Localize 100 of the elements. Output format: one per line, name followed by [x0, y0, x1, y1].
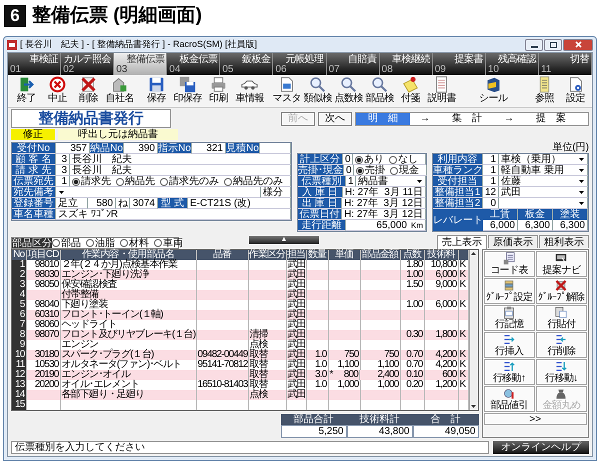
table-cell: フロント及びリヤブレーキ(１台) [60, 330, 196, 340]
radio-button[interactable]: 部品 [52, 238, 81, 248]
module-tab[interactable]: 切替 11 [538, 53, 592, 75]
field-label: 宛先備考 [12, 187, 56, 198]
side-button[interactable]: ｸﾞﾙｰﾌﾟ設定 [484, 278, 535, 304]
field-value: 3074 [130, 198, 158, 209]
radio-button[interactable]: 納品先 [116, 176, 155, 187]
module-tab[interactable]: 自賠責 07 [326, 53, 380, 75]
total-label: 技術料計 [346, 414, 412, 425]
field-label: 指示No [158, 143, 192, 154]
toolbar-button[interactable]: 車情報 [234, 76, 265, 106]
toolbar-button[interactable]: 参照 [529, 76, 560, 106]
table-cell: K [458, 370, 468, 380]
module-tab[interactable]: 整備伝票 03 [114, 53, 168, 75]
table-cell: 武田 [286, 390, 306, 400]
side-button[interactable]: 行記憶 [484, 305, 535, 331]
view-tab[interactable]: 売上表示 [437, 235, 487, 249]
date-field[interactable]: H: 27年 3月 12日 [342, 209, 426, 220]
radio-button[interactable]: 請求先のみ [160, 176, 219, 187]
side-button[interactable]: ｸﾞﾙｰﾌﾟ解除 [536, 278, 587, 304]
column-header: No [12, 250, 26, 260]
side-button[interactable]: 行移動↓ [536, 359, 587, 385]
toolbar-button[interactable]: マスタ [271, 76, 302, 106]
dropdown[interactable]: 納品書 [356, 176, 426, 187]
radio-button[interactable]: 請求先 [72, 176, 111, 187]
field-label: 整備担当2 [433, 198, 483, 209]
lines-up-arrow-icon [502, 360, 516, 373]
toolbar-button[interactable]: シール [463, 76, 523, 106]
row-number: 4 [12, 290, 26, 300]
table-cell: 750 [360, 350, 400, 360]
dropdown[interactable]: 武田 [499, 187, 588, 198]
side-button[interactable]: 部品値引 [484, 386, 535, 412]
view-tab[interactable]: 粗利表示 [539, 235, 589, 248]
module-tab[interactable]: 元帳処理 06 [273, 53, 327, 75]
side-button[interactable]: 行削除 [536, 332, 587, 358]
row-number: 11 [12, 360, 26, 370]
module-tab[interactable]: 残高確認 10 [486, 53, 539, 75]
module-tab[interactable]: 板金伝票 04 [167, 53, 220, 75]
toolbar-button[interactable]: 終了 [11, 76, 42, 106]
side-button[interactable]: 行挿入 [484, 332, 535, 358]
module-tab[interactable]: 鈑板金 05 [220, 53, 274, 75]
toolbar-button[interactable]: 部品検 [364, 76, 395, 106]
field-value: 1 [483, 176, 499, 187]
unit-note: 単位(円) [551, 142, 589, 153]
radio-button[interactable]: なし [389, 154, 418, 165]
module-tab[interactable]: カルテ照会 02 [61, 53, 114, 75]
status-message: 伝票種別を入力してください [11, 441, 489, 454]
toolbar-button[interactable]: 自社名 [104, 76, 135, 106]
maximize-button[interactable] [544, 38, 562, 50]
step-label: 提 案 [535, 112, 567, 124]
side-button[interactable]: 行移動↑ [484, 359, 535, 385]
radio-button[interactable]: 油脂 [86, 238, 115, 248]
more-button[interactable]: >> [484, 413, 587, 425]
module-tab[interactable]: 車検証 01 [8, 53, 62, 75]
radio-button[interactable]: 車両 [154, 238, 183, 248]
toolbar-button[interactable]: 類似検 [302, 76, 333, 106]
table-cell: 98030 [26, 270, 60, 280]
total-label: 合 計 [412, 414, 478, 425]
view-tab[interactable]: 原価表示 [488, 235, 538, 248]
unit-label: Km [411, 220, 423, 230]
lines-down-arrow-icon [554, 360, 568, 373]
toolbar-button[interactable]: 付箋 [395, 76, 426, 106]
toolbar-button[interactable]: 削除 [73, 76, 104, 106]
field-value: 1 [483, 165, 499, 176]
dropdown[interactable]: 佐藤 [499, 176, 588, 187]
side-button[interactable]: コード表 [484, 251, 535, 277]
total-value: 43,800 [346, 425, 412, 438]
nav-button[interactable]: 次へ [318, 112, 352, 126]
close-button[interactable] [563, 38, 593, 50]
table-cell: 98070 [26, 330, 60, 340]
toolbar-button[interactable]: 設定 [560, 76, 591, 106]
date-field[interactable]: H: 27年 3月 12日 [342, 198, 426, 209]
side-button[interactable]: 提案ナビ [536, 251, 587, 277]
row-number: 6 [12, 310, 26, 320]
module-tab[interactable]: 車検継続 08 [380, 53, 433, 75]
dropdown[interactable]: 車検（乗用） [499, 154, 588, 165]
toolbar-button[interactable]: 中止 [42, 76, 73, 106]
field-value: 1 [483, 154, 499, 165]
toolbar-button[interactable]: 印刷 [203, 76, 234, 106]
toolbar-button[interactable]: 点数検 [333, 76, 364, 106]
module-tab[interactable]: 提案書 09 [432, 53, 486, 75]
minimize-button[interactable] [525, 38, 543, 50]
field-value: 足立 [56, 198, 88, 209]
radio-button[interactable]: 納品先のみ [224, 176, 283, 187]
radio-button[interactable]: あり [355, 154, 384, 165]
table-cell: 取替 [248, 370, 286, 380]
toolbar-button[interactable]: 保存 [141, 76, 172, 106]
radio-button[interactable]: 売掛 [356, 165, 385, 176]
field-label: 型 式 [158, 198, 188, 209]
field-label: 納品No [90, 143, 124, 154]
date-field[interactable]: H: 27年 3月 11日 [342, 187, 426, 198]
field-label: 入 庫 日 [298, 187, 343, 198]
toolbar-button[interactable]: 印保存 [172, 76, 203, 106]
side-button[interactable]: 行貼付 [536, 305, 587, 331]
field-value: 357 [56, 143, 90, 154]
toolbar-button[interactable]: 説明書 [426, 76, 457, 106]
help-button[interactable]: オンラインヘルプ [493, 441, 589, 454]
dropdown[interactable]: 軽自動車 乗用 [499, 165, 588, 176]
column-header: 数量 [306, 250, 328, 260]
radio-button[interactable]: 材料 [120, 238, 149, 248]
